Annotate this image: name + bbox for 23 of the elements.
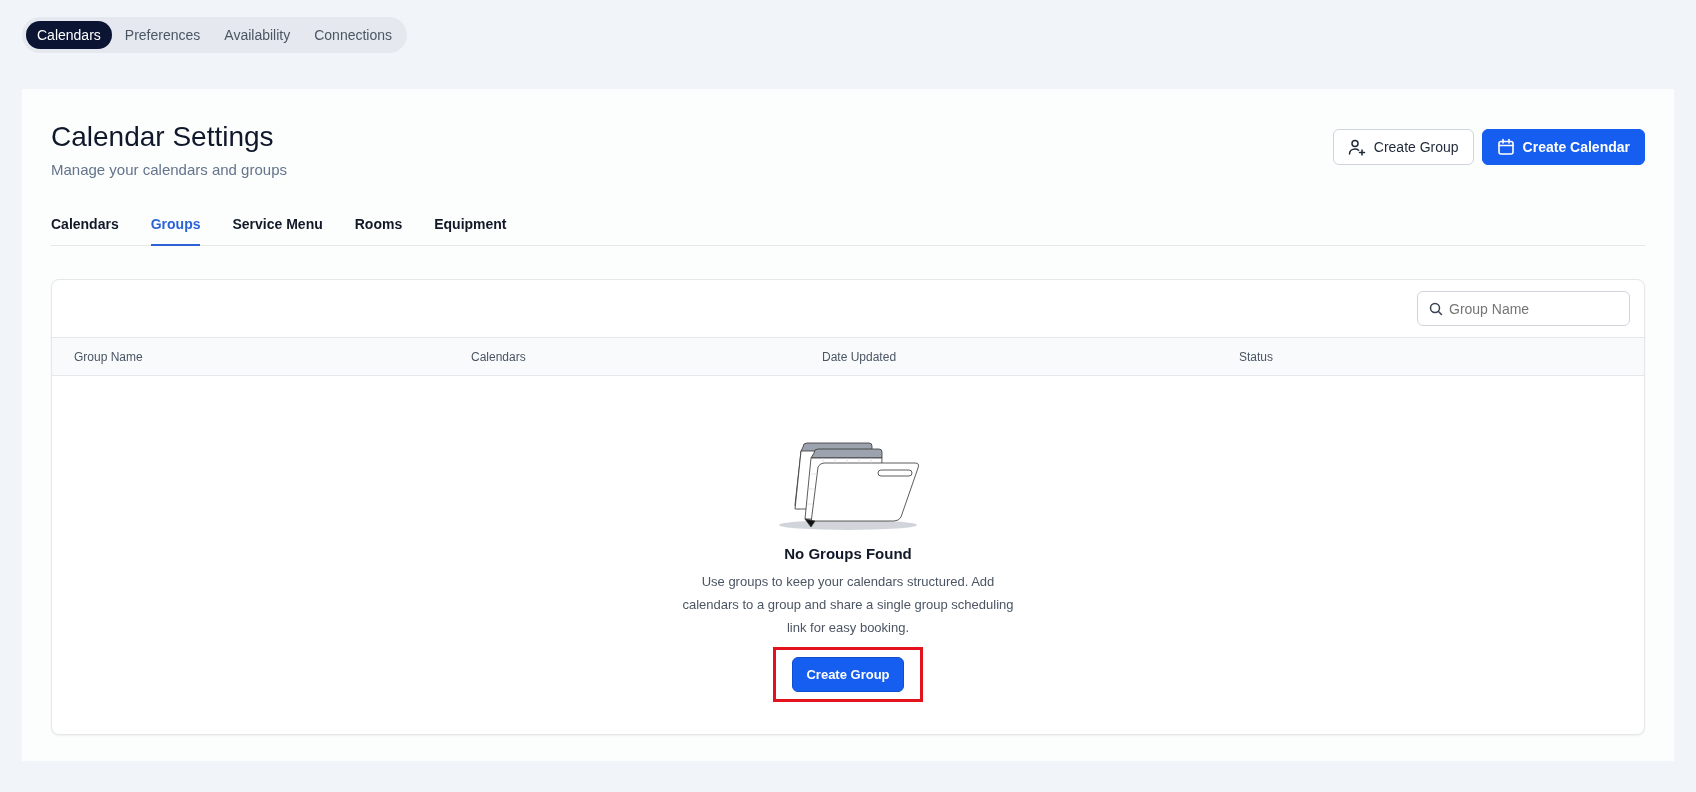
page-title: Calendar Settings	[51, 121, 275, 153]
create-calendar-button[interactable]: Create Calendar	[1481, 129, 1645, 165]
user-plus-icon	[1347, 138, 1366, 156]
column-header: Group Name	[74, 349, 144, 364]
top-tab[interactable]: Preferences	[113, 21, 212, 49]
page-subtitle: Manage your calendars and groups	[51, 161, 287, 178]
empty-state-message: Use groups to keep your calendars structured. Add calendars to a group and share a single group scheduling link for easy booking.	[681, 573, 1015, 637]
section-tab[interactable]: Calendars	[51, 216, 119, 246]
section-tab[interactable]: Groups	[150, 216, 201, 246]
top-tab[interactable]: Connections	[303, 21, 404, 49]
calendar-icon	[1496, 138, 1515, 156]
create-group-button[interactable]: Create Group	[1332, 129, 1474, 165]
top-tab[interactable]: Availability	[213, 21, 302, 49]
section-tab[interactable]: Service Menu	[232, 216, 323, 246]
column-header: Status	[1239, 349, 1275, 364]
column-header: Calendars	[471, 349, 527, 364]
section-tab[interactable]: Rooms	[354, 216, 403, 246]
top-tab[interactable]: Calendars	[26, 21, 112, 49]
column-header: Date Updated	[822, 349, 898, 364]
section-tab[interactable]: Equipment	[434, 216, 507, 246]
empty-state-title: No Groups Found	[784, 545, 912, 562]
create-group-button[interactable]: Create Group	[792, 657, 904, 692]
search-field[interactable]: Group Name	[1417, 291, 1630, 326]
